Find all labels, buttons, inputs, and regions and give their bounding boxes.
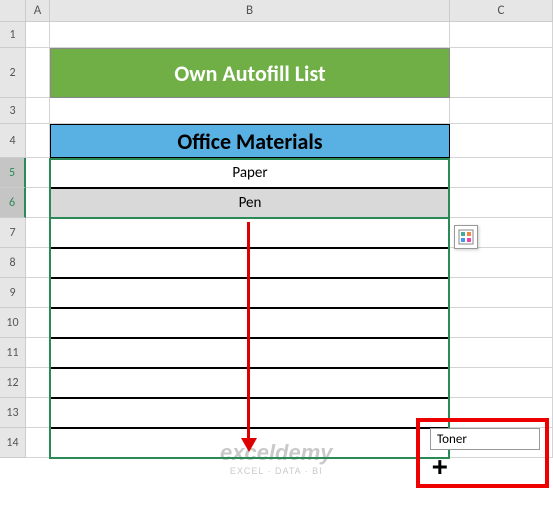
row-header-7[interactable]: 7 (0, 218, 26, 248)
cell-C5[interactable] (450, 158, 553, 188)
cell-C8[interactable] (450, 248, 553, 278)
cell-A1[interactable] (26, 22, 50, 48)
row-header-3[interactable]: 3 (0, 98, 26, 124)
cell-B13[interactable] (50, 398, 450, 428)
column-headers: A B C (0, 0, 553, 22)
cell-A10[interactable] (26, 308, 50, 338)
row-header-6[interactable]: 6 (0, 188, 26, 218)
title-cell[interactable]: Own Autofill List (50, 48, 450, 98)
cell-B9[interactable] (50, 278, 450, 308)
cell-A8[interactable] (26, 248, 50, 278)
cell-C6[interactable] (450, 188, 553, 218)
col-header-A[interactable]: A (26, 0, 50, 21)
cell-B12[interactable] (50, 368, 450, 398)
cell-C3[interactable] (450, 98, 553, 124)
autofill-options-icon[interactable] (454, 225, 478, 249)
watermark-sub: EXCEL · DATA · BI (220, 466, 333, 476)
cell-B5[interactable]: Paper (50, 158, 450, 188)
row-header-4[interactable]: 4 (0, 124, 26, 158)
watermark: exceldemy EXCEL · DATA · BI (220, 440, 333, 476)
cell-C4[interactable] (450, 124, 553, 158)
cell-B10[interactable] (50, 308, 450, 338)
row-header-10[interactable]: 10 (0, 308, 26, 338)
cell-C12[interactable] (450, 368, 553, 398)
cell-B8[interactable] (50, 248, 450, 278)
cell-A11[interactable] (26, 338, 50, 368)
cell-A3[interactable] (26, 98, 50, 124)
cell-A7[interactable] (26, 218, 50, 248)
cell-B11[interactable] (50, 338, 450, 368)
cell-A12[interactable] (26, 368, 50, 398)
cell-A9[interactable] (26, 278, 50, 308)
row-header-14[interactable]: 14 (0, 428, 26, 458)
row-header-13[interactable]: 13 (0, 398, 26, 428)
cell-C9[interactable] (450, 278, 553, 308)
cell-A13[interactable] (26, 398, 50, 428)
cell-B7[interactable] (50, 218, 450, 248)
autofill-tooltip: Toner (430, 428, 540, 450)
cell-A2[interactable] (26, 48, 50, 98)
row-header-5[interactable]: 5 (0, 158, 26, 188)
col-header-B[interactable]: B (50, 0, 450, 21)
watermark-main: exceldemy (220, 440, 333, 466)
cell-A6[interactable] (26, 188, 50, 218)
table-header-cell[interactable]: Office Materials (50, 124, 450, 158)
cell-C2[interactable] (450, 48, 553, 98)
cell-A5[interactable] (26, 158, 50, 188)
row-header-1[interactable]: 1 (0, 22, 26, 48)
cell-B1[interactable] (50, 22, 450, 48)
row-header-2[interactable]: 2 (0, 48, 26, 98)
col-header-C[interactable]: C (450, 0, 553, 21)
row-header-8[interactable]: 8 (0, 248, 26, 278)
cell-A14[interactable] (26, 428, 50, 458)
cell-B6[interactable]: Pen (50, 188, 450, 218)
row-header-11[interactable]: 11 (0, 338, 26, 368)
select-all-corner[interactable] (0, 0, 26, 21)
cell-A4[interactable] (26, 124, 50, 158)
row-header-12[interactable]: 12 (0, 368, 26, 398)
cell-C10[interactable] (450, 308, 553, 338)
cell-B3[interactable] (50, 98, 450, 124)
fill-handle-cursor-icon: + (432, 452, 448, 482)
row-header-9[interactable]: 9 (0, 278, 26, 308)
cell-C11[interactable] (450, 338, 553, 368)
cell-C1[interactable] (450, 22, 553, 48)
